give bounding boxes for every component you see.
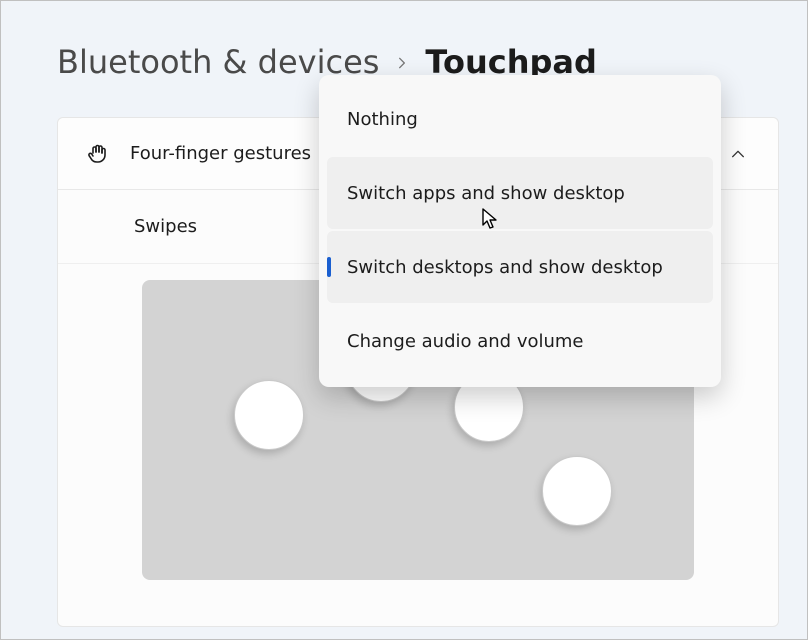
- finger-dot: [542, 456, 612, 526]
- card-title: Four-finger gestures: [130, 143, 311, 164]
- page-inner: Bluetooth & devices Touchpad: [9, 9, 799, 631]
- swipes-dropdown-popup: Nothing Switch apps and show desktop Swi…: [319, 75, 721, 387]
- dropdown-option-label: Switch desktops and show desktop: [347, 257, 663, 278]
- dropdown-option-nothing[interactable]: Nothing: [327, 83, 713, 155]
- chevron-up-icon[interactable]: [726, 142, 750, 166]
- dropdown-option-switch-desktops[interactable]: Switch desktops and show desktop: [327, 231, 713, 303]
- finger-dot: [234, 380, 304, 450]
- hand-icon: [86, 142, 110, 166]
- settings-window: Bluetooth & devices Touchpad: [0, 0, 808, 640]
- dropdown-option-change-audio[interactable]: Change audio and volume: [327, 305, 713, 377]
- swipes-label: Swipes: [134, 216, 197, 237]
- dropdown-option-label: Change audio and volume: [347, 331, 584, 352]
- dropdown-option-switch-apps[interactable]: Switch apps and show desktop: [327, 157, 713, 229]
- chevron-right-icon: [395, 47, 409, 77]
- cursor-icon: [481, 207, 501, 231]
- dropdown-option-label: Nothing: [347, 109, 418, 130]
- dropdown-option-label: Switch apps and show desktop: [347, 183, 625, 204]
